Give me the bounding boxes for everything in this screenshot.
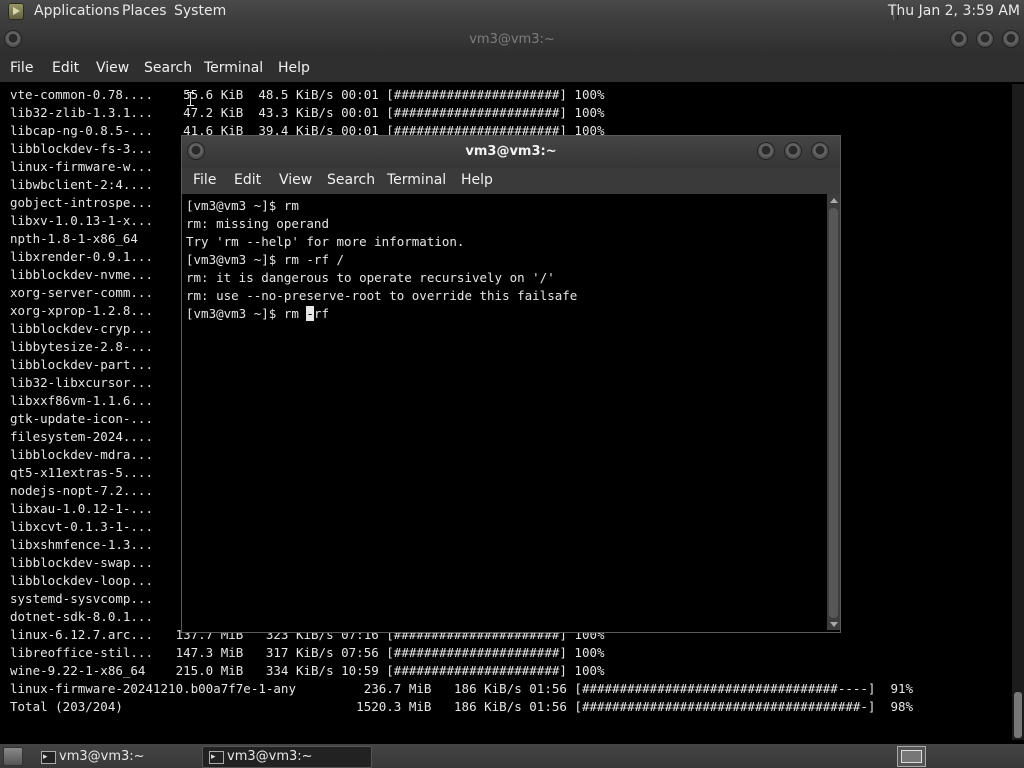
bg-terminal-line: wine-9.22-1-x86_64 215.0 MiB 334 KiB/s 1… bbox=[10, 663, 605, 678]
fg-terminal-line: Try 'rm --help' for more information. bbox=[186, 234, 465, 249]
menu-view[interactable]: View bbox=[279, 172, 312, 188]
fg-menubar: File Edit View Search Terminal Help bbox=[182, 168, 840, 194]
menu-search[interactable]: Search bbox=[327, 172, 375, 188]
text-cursor-pointer-icon bbox=[187, 92, 194, 106]
bg-scrollbar-thumb[interactable] bbox=[1014, 692, 1022, 738]
menu-terminal[interactable]: Terminal bbox=[204, 60, 263, 76]
bottom-panel: vm3@vm3:~ vm3@vm3:~ bbox=[0, 744, 1024, 768]
applications-menu[interactable]: Applications bbox=[34, 3, 120, 19]
maximize-button[interactable] bbox=[977, 31, 993, 47]
minimize-button[interactable] bbox=[951, 31, 967, 47]
menu-help[interactable]: Help bbox=[461, 172, 493, 188]
clock[interactable]: Thu Jan 2, 3:59 AM bbox=[888, 3, 1020, 19]
window-menu-button[interactable] bbox=[188, 143, 204, 159]
fg-terminal-line: [vm3@vm3 ~]$ rm bbox=[186, 198, 299, 213]
scroll-up-arrow-icon[interactable] bbox=[830, 198, 838, 203]
menu-file[interactable]: File bbox=[10, 60, 33, 76]
prompt-text: [vm3@vm3 ~]$ rm bbox=[186, 306, 307, 321]
fg-terminal-line: rm: missing operand bbox=[186, 216, 329, 231]
menu-edit[interactable]: Edit bbox=[52, 60, 79, 76]
menu-edit[interactable]: Edit bbox=[234, 172, 261, 188]
window-menu-button[interactable] bbox=[5, 31, 21, 47]
terminal-icon bbox=[41, 747, 56, 767]
bg-menubar: File Edit View Search Terminal Help bbox=[0, 56, 1024, 82]
menu-terminal[interactable]: Terminal bbox=[387, 172, 446, 188]
menu-file[interactable]: File bbox=[193, 172, 216, 188]
typed-text-after-cursor: rf bbox=[313, 306, 330, 321]
bg-scrollbar[interactable] bbox=[1012, 84, 1024, 740]
menu-search[interactable]: Search bbox=[144, 60, 192, 76]
terminal-icon bbox=[209, 747, 224, 767]
bg-terminal-line: Total (203/204) 1520.3 MiB 186 KiB/s 01:… bbox=[10, 699, 914, 714]
close-button[interactable] bbox=[812, 143, 828, 159]
minimize-button[interactable] bbox=[758, 143, 774, 159]
bg-terminal-line: linux-firmware-20241210.b00a7f7e-1-any 2… bbox=[10, 681, 914, 696]
system-menu[interactable]: System bbox=[174, 3, 226, 19]
scroll-down-arrow-icon[interactable] bbox=[830, 622, 838, 627]
taskbar-item-terminal-2[interactable]: vm3@vm3:~ bbox=[202, 746, 372, 768]
bg-terminal-line: lib32-zlib-1.3.1... 47.2 KiB 43.3 KiB/s … bbox=[10, 105, 605, 120]
bg-window-titlebar[interactable]: vm3@vm3:~ bbox=[0, 24, 1024, 56]
fg-terminal-output[interactable]: [vm3@vm3 ~]$ rm rm: missing operand Try 'r… bbox=[186, 197, 577, 323]
fg-window-titlebar[interactable]: vm3@vm3:~ bbox=[182, 136, 840, 168]
bg-terminal-line: vte-common-0.78.... 55.6 KiB 48.5 KiB/s … bbox=[10, 87, 605, 102]
distro-logo-icon[interactable] bbox=[8, 3, 24, 20]
show-desktop-icon[interactable] bbox=[3, 747, 23, 766]
taskbar-item-label: vm3@vm3:~ bbox=[59, 749, 145, 764]
fg-prompt-line[interactable]: [vm3@vm3 ~]$ rm -rf bbox=[186, 305, 577, 323]
fg-terminal-line: [vm3@vm3 ~]$ rm -rf / bbox=[186, 252, 345, 267]
bg-window-title: vm3@vm3:~ bbox=[469, 32, 555, 47]
close-button[interactable] bbox=[1003, 31, 1019, 47]
foreground-terminal-window[interactable]: vm3@vm3:~ File Edit View Search Terminal… bbox=[182, 136, 840, 632]
places-menu[interactable]: Places bbox=[122, 3, 167, 19]
text-cursor: - bbox=[306, 306, 314, 321]
fg-terminal-line: rm: use --no-preserve-root to override t… bbox=[186, 288, 578, 303]
fg-scrollbar[interactable] bbox=[827, 194, 840, 630]
fg-scrollbar-thumb[interactable] bbox=[829, 208, 838, 618]
bg-terminal-line: libreoffice-stil... 147.3 MiB 317 KiB/s … bbox=[10, 645, 605, 660]
taskbar-item-terminal-1[interactable]: vm3@vm3:~ bbox=[34, 746, 222, 768]
top-panel: Applications Places System Thu Jan 2, 3:… bbox=[0, 0, 1024, 24]
fg-terminal-line: rm: it is dangerous to operate recursive… bbox=[186, 270, 555, 285]
menu-view[interactable]: View bbox=[96, 60, 129, 76]
workspace-switcher[interactable] bbox=[897, 746, 926, 767]
fg-window-title: vm3@vm3:~ bbox=[465, 144, 557, 159]
menu-help[interactable]: Help bbox=[278, 60, 310, 76]
taskbar-item-label: vm3@vm3:~ bbox=[227, 749, 313, 764]
maximize-button[interactable] bbox=[785, 143, 801, 159]
